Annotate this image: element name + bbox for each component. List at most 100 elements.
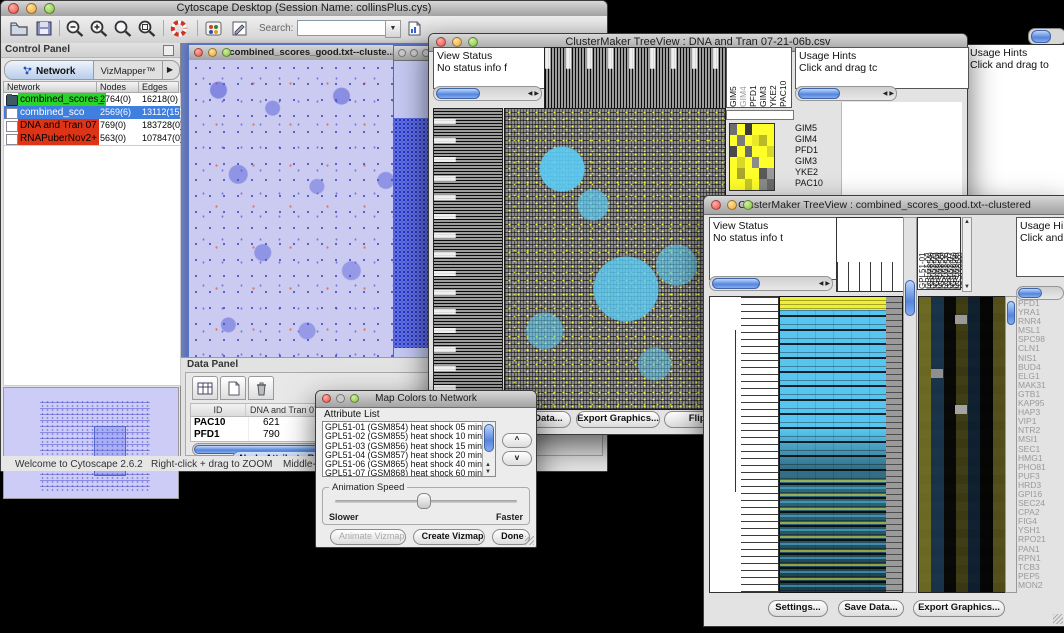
tv2-heatmap[interactable] [779, 296, 903, 593]
move-up-button[interactable]: ^ [502, 433, 532, 448]
tv1-column-label[interactable]: PAC10 [779, 48, 789, 107]
gene-label[interactable]: MON2 [1018, 581, 1063, 590]
scroll-right-icon[interactable]: ▶ [825, 280, 830, 287]
dialog-button[interactable]: Animate Vizmap [330, 529, 406, 545]
tv1-column-dendrogram[interactable] [544, 47, 726, 110]
close-button[interactable] [8, 3, 19, 14]
view2-close-button[interactable] [398, 49, 406, 57]
scroll-up-icon[interactable]: ▲ [964, 219, 970, 225]
attribute-item[interactable]: GPL51-07 (GSM868) heat shock 60 min [325, 469, 493, 477]
tv1-row-label[interactable]: GIM3 [795, 156, 839, 167]
resize-grip[interactable] [1053, 614, 1063, 624]
tv1-row-label[interactable]: YKE2 [795, 167, 839, 178]
tv1-vs-scroll-thumb[interactable] [436, 88, 480, 99]
cytoscape-titlebar[interactable]: Cytoscape Desktop (Session Name: collins… [1, 1, 607, 17]
tv1-close-button[interactable] [436, 37, 446, 47]
tv2-column-dendrogram[interactable] [836, 217, 904, 292]
tv2-close-button[interactable] [711, 200, 721, 210]
tv2-export-graphics-button[interactable]: Export Graphics... [913, 600, 1005, 617]
tv2-detail-vscroll-thumb[interactable] [1007, 301, 1015, 325]
tv2-save-data-button[interactable]: Save Data... [838, 600, 904, 617]
scroll-left-icon[interactable]: ◀ [819, 280, 824, 287]
data-col-id[interactable]: ID [191, 404, 246, 416]
tv2-main-vscrollbar[interactable] [903, 217, 917, 593]
scroll-up-icon[interactable]: ▲ [485, 462, 491, 468]
column-header-nodes[interactable]: Nodes [97, 81, 139, 93]
offscreen-hint-scroll-thumb[interactable] [1031, 30, 1051, 43]
network-table-row[interactable]: combined_scores_ 2764(0) 16218(0) [4, 93, 180, 106]
new-attribute-icon[interactable] [220, 376, 246, 400]
scroll-down-icon[interactable]: ▼ [485, 469, 491, 475]
attribute-select-icon[interactable] [192, 376, 218, 400]
minimize-button[interactable] [26, 3, 37, 14]
tv1-row-label[interactable]: GIM5 [795, 123, 839, 134]
annotation-icon[interactable] [230, 20, 249, 37]
network-table-row[interactable]: DNA and Tran 07 769(0) 183728(0) [4, 119, 180, 132]
tv2-zoom-button[interactable] [743, 200, 753, 210]
tv1-heatmap[interactable] [504, 108, 726, 410]
tv1-correlation-matrix[interactable] [729, 123, 775, 191]
tv1-uh-scroll-thumb[interactable] [798, 88, 840, 99]
zoom-fit-icon[interactable] [137, 19, 158, 38]
move-down-button[interactable]: v [502, 451, 532, 466]
tv2-detail-vscrollbar[interactable] [1005, 296, 1017, 593]
tab-vizmapper[interactable]: VizMapper™ [93, 61, 163, 79]
tv2-uh-scroll-thumb[interactable] [1018, 288, 1042, 298]
tv2-detail-heatmap[interactable] [918, 296, 1006, 593]
tv1-row-label[interactable]: PFD1 [795, 145, 839, 156]
tab-network[interactable]: Network [5, 61, 94, 79]
view-zoom-button[interactable] [222, 48, 231, 57]
tv2-settings-button[interactable]: Settings... [768, 600, 828, 617]
view2-minimize-button[interactable] [410, 49, 418, 57]
network-table-row[interactable]: RNAPuberNov2+ 563(0) 107847(0) [4, 132, 180, 145]
save-icon[interactable] [35, 20, 53, 37]
node-appearance-icon[interactable] [204, 20, 223, 37]
scroll-right-icon[interactable]: ▶ [889, 90, 894, 97]
dialog-minimize-button[interactable] [336, 394, 345, 403]
tv2-row-dendrogram[interactable] [709, 296, 779, 593]
tv1-row-label[interactable]: PAC10 [795, 178, 839, 189]
tv1-view-status-scrollbar[interactable]: ◀▶ [433, 86, 542, 101]
tv2-minimize-button[interactable] [727, 200, 737, 210]
scroll-left-icon[interactable]: ◀ [528, 90, 533, 97]
delete-attribute-icon[interactable] [248, 376, 274, 400]
open-file-icon[interactable] [9, 20, 29, 37]
column-header-network[interactable]: Network [3, 81, 97, 93]
network-table-row[interactable]: combined_sco 2569(6) 13112(15) [4, 106, 180, 119]
column-header-edges[interactable]: Edges [139, 81, 179, 93]
tv1-minimize-button[interactable] [452, 37, 462, 47]
float-panel-icon[interactable] [163, 45, 174, 56]
tv1-zoom-button[interactable] [468, 37, 478, 47]
search-input[interactable] [297, 20, 387, 36]
zoom-selected-icon[interactable] [113, 19, 134, 38]
scroll-down-icon[interactable]: ▼ [964, 284, 970, 290]
tv1-row-dendrogram[interactable] [433, 108, 503, 410]
tv1-export-graphics-button[interactable]: Export Graphics... [576, 411, 660, 428]
scroll-right-icon[interactable]: ▶ [534, 90, 539, 97]
dialog-button[interactable]: Create Vizmap [413, 529, 486, 545]
treeview2-titlebar[interactable]: ClusterMaker TreeView : combined_scores_… [704, 196, 1064, 215]
zoom-out-icon[interactable] [65, 19, 86, 38]
search-dropdown-button[interactable]: ▼ [385, 20, 401, 38]
zoom-button[interactable] [44, 3, 55, 14]
tv1-usage-hints-scrollbar[interactable]: ◀▶ [795, 86, 897, 101]
tv2-vs-scroll-thumb[interactable] [712, 278, 760, 289]
attribute-browser-icon[interactable] [405, 20, 424, 37]
offscreen-hint-scrollbar[interactable] [1028, 28, 1064, 45]
attribute-list-scroll-thumb[interactable] [484, 424, 494, 452]
attribute-list-vscrollbar[interactable]: ▲ ▼ [482, 422, 495, 476]
tv2-usage-hints-scrollbar[interactable] [1016, 286, 1064, 300]
birdseye-view[interactable] [3, 387, 179, 499]
tv2-main-vscroll-thumb[interactable] [905, 280, 915, 316]
scroll-left-icon[interactable]: ◀ [883, 90, 888, 97]
dialog-zoom-button[interactable] [350, 394, 359, 403]
help-ring-icon[interactable] [169, 19, 189, 38]
tv2-view-status-scrollbar[interactable]: ◀▶ [709, 276, 833, 291]
resize-grip[interactable] [525, 536, 534, 545]
tab-overflow-arrow[interactable]: ▶ [162, 61, 177, 79]
view-close-button[interactable] [194, 48, 203, 57]
view-minimize-button[interactable] [208, 48, 217, 57]
zoom-in-icon[interactable] [89, 19, 110, 38]
tv1-row-label[interactable]: GIM4 [795, 134, 839, 145]
tv2-column-label[interactable]: GPL51-08 (GSM872) [953, 218, 959, 289]
